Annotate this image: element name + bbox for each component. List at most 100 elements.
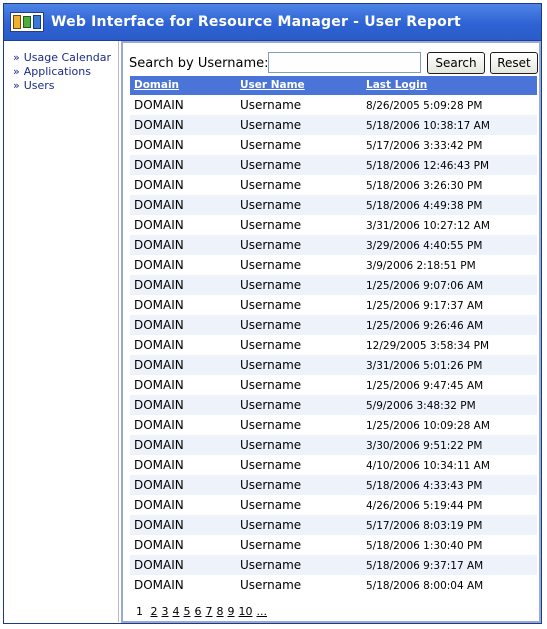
- app-window: Web Interface for Resource Manager - Use…: [3, 3, 542, 624]
- cell-domain: DOMAIN: [134, 378, 184, 392]
- table-row: DOMAIN Username 1/25/2006 10:09:28 AM: [130, 415, 537, 435]
- cell-username: Username: [240, 138, 302, 152]
- arrow-icon: »: [13, 51, 20, 64]
- cell-username: Username: [240, 378, 302, 392]
- cell-last-login: 3/31/2006 5:01:26 PM: [366, 360, 483, 372]
- cell-domain: DOMAIN: [134, 338, 184, 352]
- cell-username: Username: [240, 258, 302, 272]
- table-row: DOMAIN Username 5/18/2006 12:46:43 PM: [130, 155, 537, 175]
- table-row: DOMAIN Username 5/18/2006 4:33:43 PM: [130, 475, 537, 495]
- cell-last-login: 3/30/2006 9:51:22 PM: [366, 440, 483, 452]
- cell-last-login: 5/17/2006 8:03:19 PM: [366, 520, 483, 532]
- cell-domain: DOMAIN: [134, 458, 184, 472]
- cell-username: Username: [240, 458, 302, 472]
- cell-last-login: 4/26/2006 5:19:44 PM: [366, 500, 483, 512]
- cell-last-login: 5/9/2006 3:48:32 PM: [366, 400, 476, 412]
- cell-domain: DOMAIN: [134, 478, 184, 492]
- pager-link[interactable]: 8: [217, 605, 224, 618]
- cell-last-login: 3/9/2006 2:18:51 PM: [366, 260, 476, 272]
- pager-link[interactable]: 5: [184, 605, 191, 618]
- user-table-body: DOMAIN Username 8/26/2005 5:09:28 PM DOMAIN…: [130, 95, 537, 595]
- table-row: DOMAIN Username 5/18/2006 8:00:04 AM: [130, 575, 537, 595]
- cell-last-login: 3/31/2006 10:27:12 AM: [366, 220, 490, 232]
- cell-last-login: 8/26/2005 5:09:28 PM: [366, 100, 483, 112]
- cell-domain: DOMAIN: [134, 238, 184, 252]
- cell-username: Username: [240, 298, 302, 312]
- cell-last-login: 5/18/2006 9:37:17 AM: [366, 560, 484, 572]
- column-header-domain[interactable]: Domain: [134, 79, 179, 91]
- pager-link[interactable]: 4: [173, 605, 180, 618]
- pager-link[interactable]: ...: [257, 605, 268, 618]
- cell-last-login: 5/18/2006 3:26:30 PM: [366, 180, 483, 192]
- pager-link[interactable]: 9: [228, 605, 235, 618]
- sidebar-item-label: Usage Calendar: [23, 51, 111, 64]
- cell-domain: DOMAIN: [134, 178, 184, 192]
- cell-username: Username: [240, 278, 302, 292]
- table-row: DOMAIN Username 3/31/2006 10:27:12 AM: [130, 215, 537, 235]
- table-row: DOMAIN Username 1/25/2006 9:07:06 AM: [130, 275, 537, 295]
- cell-username: Username: [240, 358, 302, 372]
- column-header-last-login[interactable]: Last Login: [366, 79, 427, 91]
- table-row: DOMAIN Username 12/29/2005 3:58:34 PM: [130, 335, 537, 355]
- search-button[interactable]: Search: [427, 52, 485, 74]
- cell-domain: DOMAIN: [134, 278, 184, 292]
- table-row: DOMAIN Username 5/18/2006 3:26:30 PM: [130, 175, 537, 195]
- cell-username: Username: [240, 318, 302, 332]
- page-title: Web Interface for Resource Manager - Use…: [51, 14, 461, 30]
- cell-last-login: 3/29/2006 4:40:55 PM: [366, 240, 483, 252]
- cell-username: Username: [240, 578, 302, 592]
- table-row: DOMAIN Username 5/18/2006 10:38:17 AM: [130, 115, 537, 135]
- cell-username: Username: [240, 518, 302, 532]
- cell-username: Username: [240, 398, 302, 412]
- table-row: DOMAIN Username 3/30/2006 9:51:22 PM: [130, 435, 537, 455]
- cell-domain: DOMAIN: [134, 118, 184, 132]
- table-row: DOMAIN Username 1/25/2006 9:26:46 AM: [130, 315, 537, 335]
- cell-username: Username: [240, 178, 302, 192]
- cell-domain: DOMAIN: [134, 518, 184, 532]
- sidebar-nav: » Usage Calendar » Applications » Users: [7, 41, 119, 622]
- cell-username: Username: [240, 478, 302, 492]
- user-report-panel: Search by Username: Search Reset Domain …: [121, 41, 541, 623]
- grid-header: Domain User Name Last Login: [130, 76, 537, 95]
- pager-link[interactable]: 10: [239, 605, 253, 618]
- cell-last-login: 5/18/2006 10:38:17 AM: [366, 120, 490, 132]
- cell-username: Username: [240, 218, 302, 232]
- cell-domain: DOMAIN: [134, 498, 184, 512]
- cell-last-login: 1/25/2006 9:17:37 AM: [366, 300, 484, 312]
- column-header-user-name[interactable]: User Name: [240, 79, 305, 91]
- cell-username: Username: [240, 98, 302, 112]
- reset-button[interactable]: Reset: [490, 52, 538, 74]
- table-row: DOMAIN Username 4/26/2006 5:19:44 PM: [130, 495, 537, 515]
- sidebar-item-usage-calendar[interactable]: » Usage Calendar: [13, 51, 111, 65]
- pager-link[interactable]: 6: [195, 605, 202, 618]
- cell-last-login: 5/18/2006 8:00:04 AM: [366, 580, 484, 592]
- cell-last-login: 1/25/2006 9:26:46 AM: [366, 320, 484, 332]
- cell-username: Username: [240, 198, 302, 212]
- cell-username: Username: [240, 418, 302, 432]
- sidebar-item-applications[interactable]: » Applications: [13, 65, 111, 79]
- cell-username: Username: [240, 338, 302, 352]
- cell-username: Username: [240, 498, 302, 512]
- username-search-input[interactable]: [268, 52, 421, 73]
- cell-domain: DOMAIN: [134, 438, 184, 452]
- cell-domain: DOMAIN: [134, 578, 184, 592]
- pager-link[interactable]: 3: [162, 605, 169, 618]
- pager: 1 2 3 4 5 6 7 8 9 10...: [136, 605, 271, 618]
- cell-domain: DOMAIN: [134, 318, 184, 332]
- table-row: DOMAIN Username 5/18/2006 1:30:40 PM: [130, 535, 537, 555]
- cell-domain: DOMAIN: [134, 218, 184, 232]
- cell-last-login: 4/10/2006 10:34:11 AM: [366, 460, 490, 472]
- cell-domain: DOMAIN: [134, 358, 184, 372]
- title-bar: Web Interface for Resource Manager - Use…: [4, 4, 541, 41]
- pager-current-page: 1: [136, 605, 143, 618]
- pager-link[interactable]: 2: [151, 605, 158, 618]
- pager-link[interactable]: 7: [206, 605, 213, 618]
- table-row: DOMAIN Username 3/31/2006 5:01:26 PM: [130, 355, 537, 375]
- cell-last-login: 5/18/2006 4:33:43 PM: [366, 480, 483, 492]
- cell-username: Username: [240, 118, 302, 132]
- sidebar-item-users[interactable]: » Users: [13, 79, 111, 93]
- cell-domain: DOMAIN: [134, 98, 184, 112]
- cell-last-login: 5/18/2006 1:30:40 PM: [366, 540, 483, 552]
- cell-last-login: 5/17/2006 3:33:42 PM: [366, 140, 483, 152]
- table-row: DOMAIN Username 3/9/2006 2:18:51 PM: [130, 255, 537, 275]
